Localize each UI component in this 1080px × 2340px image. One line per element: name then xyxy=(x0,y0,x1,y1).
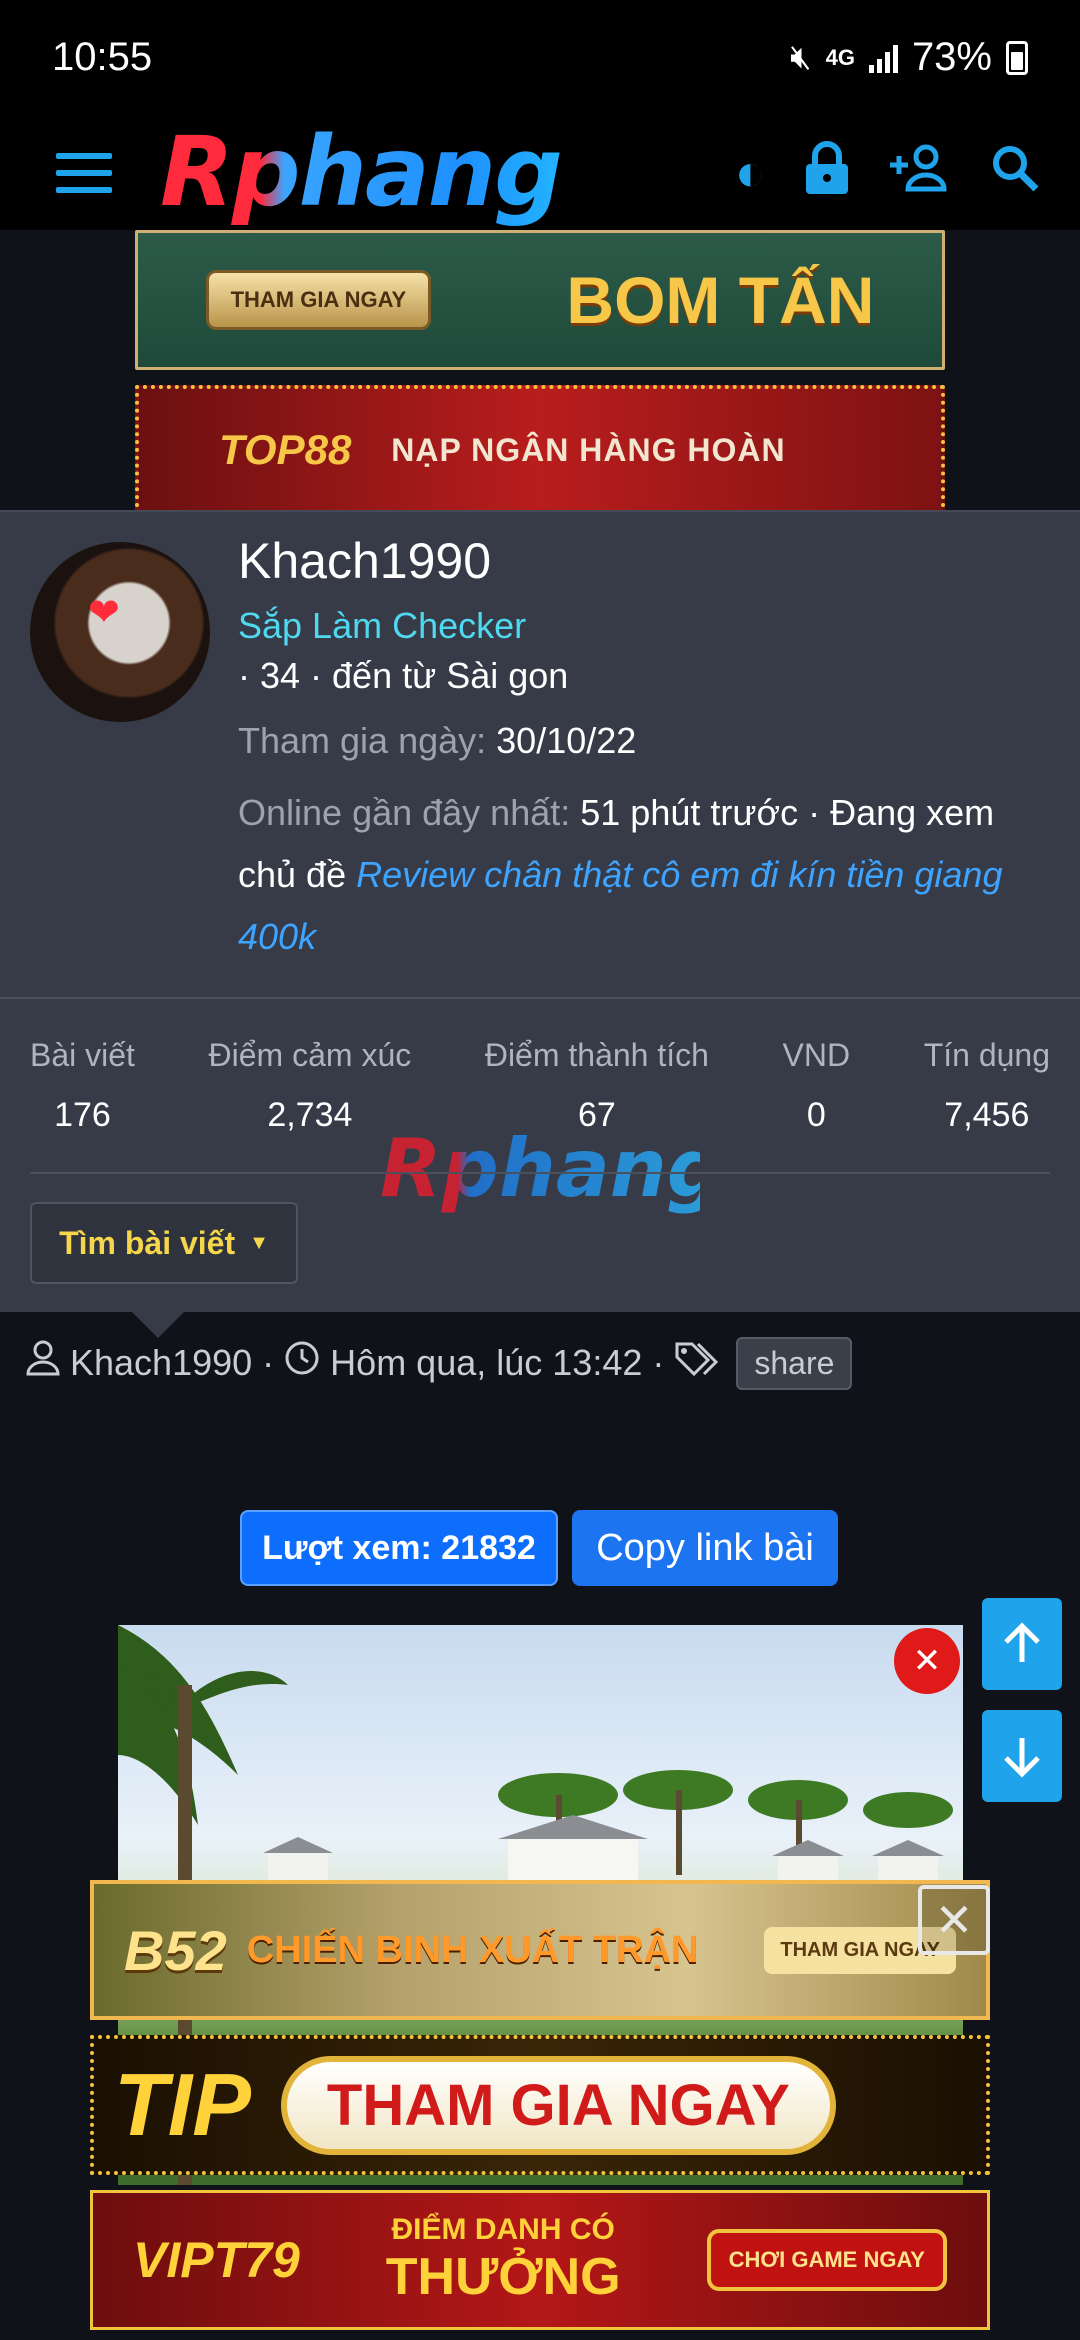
ad-subline: ĐIỂM DANH CÓ xyxy=(391,2213,615,2246)
scroll-up-button[interactable] xyxy=(982,1598,1062,1690)
online-label: Online gần đây nhất: xyxy=(238,792,571,833)
search-icon[interactable] xyxy=(990,143,1040,202)
header-actions: ◐ xyxy=(735,140,1040,205)
battery-icon xyxy=(1006,40,1028,75)
menu-icon[interactable] xyxy=(56,152,112,193)
signal-icon xyxy=(868,43,898,73)
status-icons: 🔇︎ 4G 73% xyxy=(790,35,1028,80)
divider xyxy=(30,1172,1050,1174)
post-meta: Khach1990 · Hôm qua, lúc 13:42 · share xyxy=(26,1335,853,1391)
stat-vnd: VND 0 xyxy=(783,1037,851,1135)
joined-label: Tham gia ngày: xyxy=(238,720,487,761)
tag-share[interactable]: share xyxy=(736,1336,853,1390)
close-ad-icon[interactable]: ✕ xyxy=(894,1628,960,1694)
caret-down-icon: ▼ xyxy=(249,1231,269,1254)
status-bar: 10:55 🔇︎ 4G 73% xyxy=(0,0,1080,115)
ad-mainline: THƯỞNG xyxy=(385,2248,621,2306)
copy-link-button[interactable]: Copy link bài xyxy=(572,1510,838,1586)
find-posts-label: Tìm bài viết xyxy=(59,1224,236,1261)
ad-brand: TOP88 xyxy=(219,426,352,473)
separator: · xyxy=(262,1342,275,1383)
stat-value: 0 xyxy=(806,1096,826,1134)
find-posts-button[interactable]: Tìm bài viết ▼ xyxy=(30,1202,298,1284)
arrow-up-icon xyxy=(1004,1622,1040,1662)
user-icon xyxy=(26,1340,60,1386)
member-tooltip-card: ❤ Khach1990 Sắp Làm Checker · 34 · đến t… xyxy=(0,510,1080,1312)
ad-headline: CHIẾN BINH XUẤT TRẬN xyxy=(246,1928,699,1971)
avatar[interactable]: ❤ xyxy=(30,542,210,722)
close-icon[interactable]: ✕ xyxy=(918,1885,990,1955)
mute-icon: 🔇︎ xyxy=(790,38,812,76)
stat-label: Điểm thành tích xyxy=(484,1037,709,1073)
user-title: Sắp Làm Checker xyxy=(238,605,527,646)
site-logo[interactable]: Rphang xyxy=(160,115,660,230)
ad-brand: B52 xyxy=(124,1918,227,1982)
ad-banner-bom-tan[interactable]: THAM GIA NGAY BOM TẤN xyxy=(135,230,945,370)
stat-reactions[interactable]: Điểm cảm xúc 2,734 xyxy=(209,1037,412,1135)
stat-value: 7,456 xyxy=(944,1096,1030,1134)
stat-trophies[interactable]: Điểm thành tích 67 xyxy=(485,1037,709,1135)
contrast-icon[interactable]: ◐ xyxy=(735,147,766,199)
user-info: · 34 · đến từ Sài gon xyxy=(238,655,569,696)
divider xyxy=(0,997,1080,999)
ad-join-button[interactable]: THAM GIA NGAY xyxy=(280,2055,836,2155)
stat-label: Bài viết xyxy=(30,1037,135,1073)
heart-icon: ❤ xyxy=(88,592,120,634)
ad-headline: BOM TẤN xyxy=(566,263,875,337)
stat-posts[interactable]: Bài viết 176 xyxy=(30,1037,135,1135)
tooltip-arrow xyxy=(130,1310,186,1338)
ad-banner-b52[interactable]: B52 CHIẾN BINH XUẤT TRẬN THAM GIA NGAY xyxy=(90,1880,990,2020)
watermark-logo: Rphang xyxy=(380,1122,725,1215)
stat-label: Tín dụng xyxy=(923,1037,1050,1073)
ad-brand: VIPT79 xyxy=(133,2232,300,2288)
lock-icon[interactable] xyxy=(804,140,850,205)
ad-banner-top88[interactable]: TOP88 NẠP NGÂN HÀNG HOÀN xyxy=(135,385,945,515)
stat-value: 176 xyxy=(54,1096,111,1134)
arrow-down-icon xyxy=(1004,1738,1040,1778)
views-button[interactable]: Lượt xem: 21832 xyxy=(240,1510,558,1586)
ad-headline: NẠP NGÂN HÀNG HOÀN xyxy=(391,431,786,468)
tags-icon xyxy=(674,1340,720,1386)
ad-play-button[interactable]: CHƠI GAME NGAY xyxy=(706,2229,947,2291)
ad-brand: TIP xyxy=(114,2055,251,2154)
ad-join-button[interactable]: THAM GIA NGAY xyxy=(205,270,432,330)
clock-icon xyxy=(284,1340,320,1386)
ad-headline: ĐIỂM DANH CÓ THƯỞNG xyxy=(386,2213,621,2307)
status-time: 10:55 xyxy=(52,35,153,79)
scroll-down-button[interactable] xyxy=(982,1710,1062,1802)
username[interactable]: Khach1990 xyxy=(238,532,491,590)
joined-value: 30/10/22 xyxy=(496,720,637,761)
stat-label: VND xyxy=(782,1037,851,1073)
post-time[interactable]: Hôm qua, lúc 13:42 xyxy=(330,1342,642,1384)
ad-banner-tip[interactable]: TIP THAM GIA NGAY xyxy=(90,2035,990,2175)
online-row: Online gần đây nhất: 51 phút trước · Đan… xyxy=(238,782,1038,968)
stat-label: Điểm cảm xúc xyxy=(208,1037,412,1073)
network-type: 4G xyxy=(825,44,855,70)
stat-credit: Tín dụng 7,456 xyxy=(924,1037,1050,1135)
post-author[interactable]: Khach1990 xyxy=(70,1342,252,1384)
site-header: Rphang ◐ xyxy=(0,115,1080,230)
joined-row: Tham gia ngày: 30/10/22 xyxy=(238,720,636,762)
battery-percent: 73% xyxy=(911,35,992,79)
ad-banner-vip79[interactable]: VIPT79 ĐIỂM DANH CÓ THƯỞNG CHƠI GAME NGA… xyxy=(90,2190,990,2330)
add-user-icon[interactable] xyxy=(888,143,952,202)
separator: · xyxy=(652,1342,665,1383)
viewing-thread-link[interactable]: Review chân thật cô em đi kín tiền giang… xyxy=(238,854,1002,957)
member-stats: Bài viết 176 Điểm cảm xúc 2,734 Điểm thà… xyxy=(0,1037,1080,1135)
